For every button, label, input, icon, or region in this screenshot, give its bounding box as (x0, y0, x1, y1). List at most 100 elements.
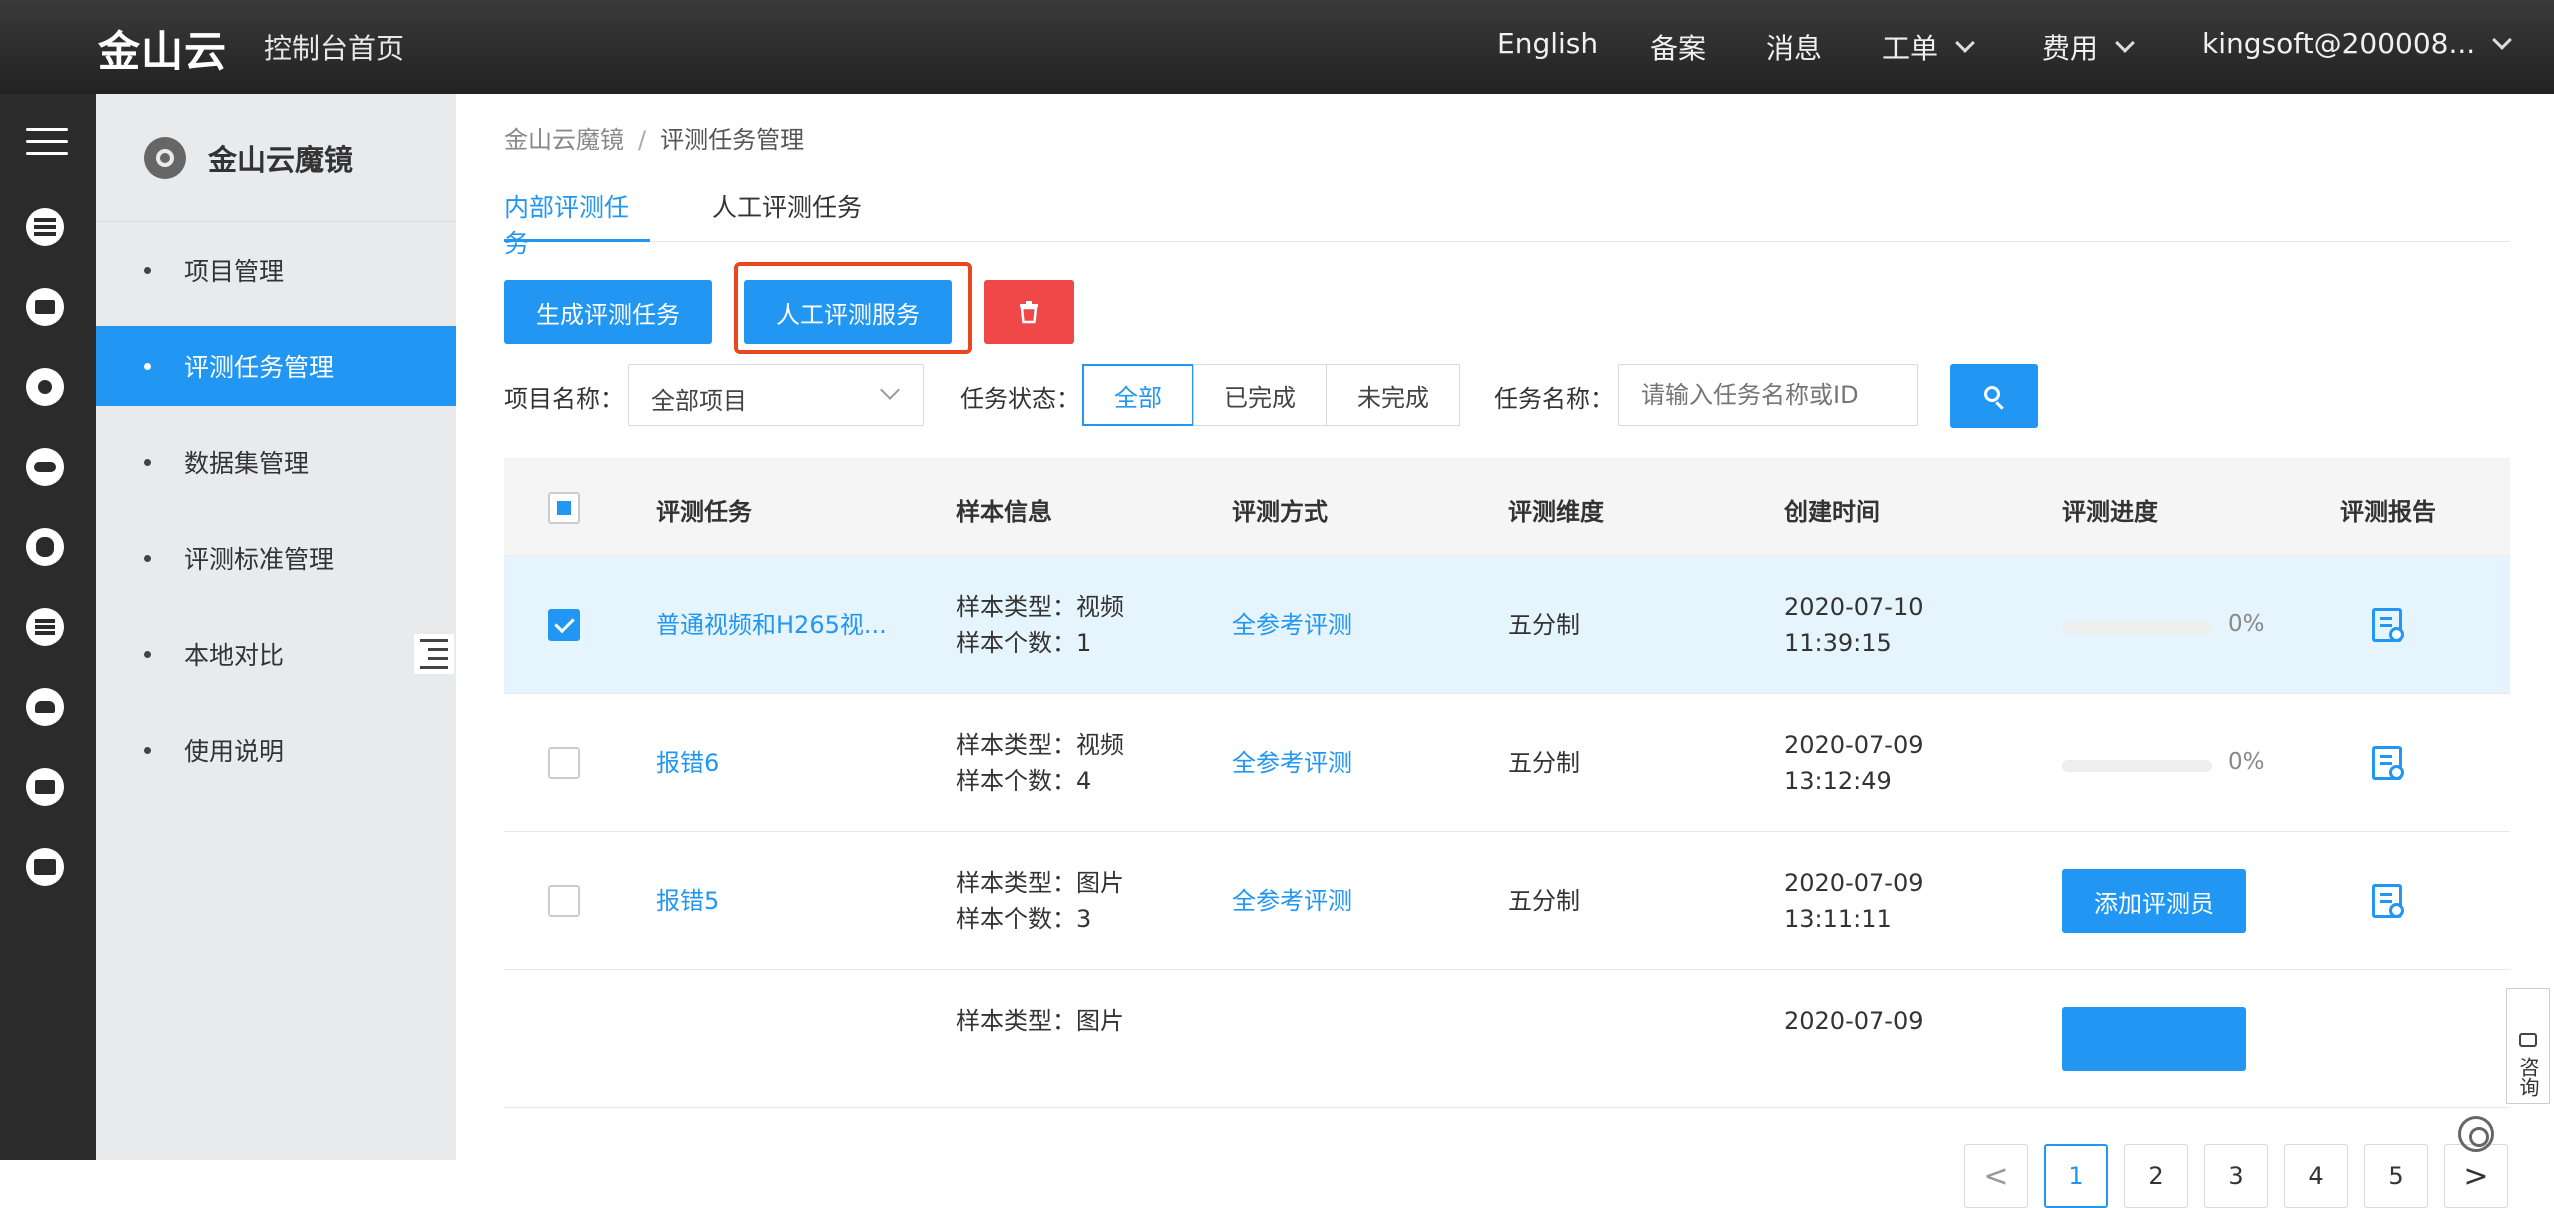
messages-label: 消息 (1766, 32, 1823, 65)
header-sample-info: 样本信息 (956, 498, 1052, 526)
billing-menu[interactable]: 费用 (2042, 27, 2135, 67)
report-icon[interactable] (2372, 608, 2404, 642)
created-date: 2020-07-09 (1784, 869, 1924, 897)
sample-info: 样本类型：图片 样本个数：3 (956, 865, 1124, 937)
page-3-button[interactable]: 3 (2204, 1144, 2268, 1208)
task-name-input[interactable] (1618, 364, 1918, 426)
status-option-all[interactable]: 全部 (1082, 364, 1194, 426)
header-eval-method: 评测方式 (1232, 498, 1328, 526)
report-icon[interactable] (2372, 746, 2404, 780)
task-name-link[interactable]: 报错6 (656, 745, 719, 781)
page-2-button[interactable]: 2 (2124, 1144, 2188, 1208)
eval-method-link[interactable]: 全参考评测 (1232, 745, 1352, 781)
trash-icon (1020, 301, 1038, 324)
breadcrumb: 金山云魔镜 / 评测任务管理 (504, 120, 804, 155)
status-filter-label: 任务状态： (960, 385, 1080, 413)
mail-icon[interactable] (26, 768, 64, 806)
console-home-link[interactable]: 控制台首页 (264, 27, 404, 67)
menu-icon[interactable] (26, 128, 68, 158)
tab-human-tasks[interactable]: 人工评测任务 (712, 188, 862, 242)
select-all-checkbox[interactable] (548, 492, 580, 524)
table-row[interactable]: 样本类型：图片 2020-07-09 (504, 970, 2510, 1108)
task-tabs: 内部评测任务 人工评测任务 (504, 188, 2510, 258)
network-icon[interactable] (26, 368, 64, 406)
upload-cloud-icon[interactable] (26, 688, 64, 726)
breadcrumb-separator: / (638, 126, 647, 154)
sample-info: 样本类型：视频 样本个数：1 (956, 589, 1124, 661)
account-menu[interactable]: kingsoft@200008... (2202, 27, 2513, 60)
storage-icon[interactable] (26, 608, 64, 646)
table-row[interactable]: 报错5 样本类型：图片 样本个数：3 全参考评测 五分制 2020-07-09 13… (504, 832, 2510, 970)
language-label: English (1497, 27, 1599, 60)
sidebar-item-eval-standards[interactable]: 评测标准管理 (96, 518, 456, 598)
sample-count: 样本个数：3 (956, 905, 1092, 933)
database-icon[interactable] (26, 528, 64, 566)
report-icon[interactable] (2372, 884, 2404, 918)
sidebar-item-local-compare[interactable]: 本地对比 (96, 614, 456, 694)
row-checkbox[interactable] (548, 885, 580, 917)
prev-page-button[interactable]: < (1964, 1144, 2028, 1208)
eval-dimension: 五分制 (1508, 887, 1580, 915)
tab-internal-tasks[interactable]: 内部评测任务 (504, 188, 650, 258)
progress-text: 0% (2228, 749, 2265, 775)
language-link[interactable]: English (1497, 27, 1598, 60)
task-name-link[interactable]: 报错5 (656, 883, 719, 919)
sidebar-header: 金山云魔镜 (96, 94, 456, 222)
contact-card-icon[interactable] (26, 848, 64, 886)
cloud-icon[interactable] (26, 448, 64, 486)
chevron-down-icon (2115, 33, 2135, 53)
table-row[interactable]: 普通视频和H265视... 样本类型：视频 样本个数：1 全参考评测 五分制 20… (504, 556, 2510, 694)
sidebar-item-datasets[interactable]: 数据集管理 (96, 422, 456, 502)
status-option-incomplete[interactable]: 未完成 (1326, 364, 1460, 426)
next-page-button[interactable]: > (2444, 1144, 2508, 1208)
server-icon[interactable] (26, 208, 64, 246)
row-checkbox[interactable] (548, 609, 580, 641)
icp-filing-link[interactable]: 备案 (1650, 27, 1706, 67)
icp-filing-label: 备案 (1650, 32, 1707, 65)
status-option-completed[interactable]: 已完成 (1193, 364, 1327, 426)
brand-logo[interactable]: 金山云 (98, 18, 227, 79)
created-clock: 11:39:15 (1784, 629, 1892, 657)
add-reviewer-button[interactable]: 添加评测员 (2062, 869, 2246, 933)
created-clock: 13:12:49 (1784, 767, 1892, 795)
sample-type: 样本类型：视频 (956, 593, 1124, 621)
monitor-icon[interactable] (26, 288, 64, 326)
add-reviewer-button[interactable] (2062, 1007, 2246, 1071)
created-date: 2020-07-10 (1784, 593, 1924, 621)
breadcrumb-root[interactable]: 金山云魔镜 (504, 126, 624, 154)
sidebar-item-eval-tasks[interactable]: 评测任务管理 (96, 326, 456, 406)
sidebar-item-projects[interactable]: 项目管理 (96, 230, 456, 310)
project-select[interactable]: 全部项目 (628, 364, 924, 426)
browser-icon[interactable] (2458, 1116, 2494, 1152)
billing-label: 费用 (2042, 32, 2099, 65)
created-time: 2020-07-10 11:39:15 (1784, 589, 1923, 661)
collapse-sidebar-icon[interactable] (414, 634, 454, 674)
product-logo-icon (144, 136, 186, 179)
consult-button[interactable]: 咨询 (2506, 988, 2550, 1104)
search-icon (1984, 386, 2000, 402)
top-bar: 金山云 控制台首页 English 备案 消息 工单 费用 kingsoft@2… (0, 0, 2554, 94)
progress-bar (2062, 760, 2212, 772)
sample-type: 样本类型：视频 (956, 731, 1124, 759)
eval-method-link[interactable]: 全参考评测 (1232, 883, 1352, 919)
table-row[interactable]: 报错6 样本类型：视频 样本个数：4 全参考评测 五分制 2020-07-09 13… (504, 694, 2510, 832)
messages-link[interactable]: 消息 (1766, 27, 1822, 67)
delete-button[interactable] (984, 280, 1074, 344)
header-report: 评测报告 (2340, 498, 2436, 526)
eval-method-link[interactable]: 全参考评测 (1232, 607, 1352, 643)
page-5-button[interactable]: 5 (2364, 1144, 2428, 1208)
human-eval-service-button[interactable]: 人工评测服务 (744, 280, 952, 344)
sample-info: 样本类型：视频 样本个数：4 (956, 727, 1124, 799)
chat-bubble-icon (2519, 1033, 2537, 1047)
search-button[interactable] (1950, 364, 2038, 428)
row-checkbox[interactable] (548, 747, 580, 779)
sidebar-item-user-guide[interactable]: 使用说明 (96, 710, 456, 790)
task-name-link[interactable]: 普通视频和H265视... (656, 607, 887, 643)
header-progress: 评测进度 (2062, 498, 2158, 526)
product-sidebar: 金山云魔镜 项目管理 评测任务管理 数据集管理 评测标准管理 本地对比 使用说明 (96, 94, 456, 1160)
page-1-button[interactable]: 1 (2044, 1144, 2108, 1208)
create-task-button[interactable]: 生成评测任务 (504, 280, 712, 344)
page-4-button[interactable]: 4 (2284, 1144, 2348, 1208)
tickets-menu[interactable]: 工单 (1882, 27, 1975, 67)
header-eval-dimension: 评测维度 (1508, 498, 1604, 526)
